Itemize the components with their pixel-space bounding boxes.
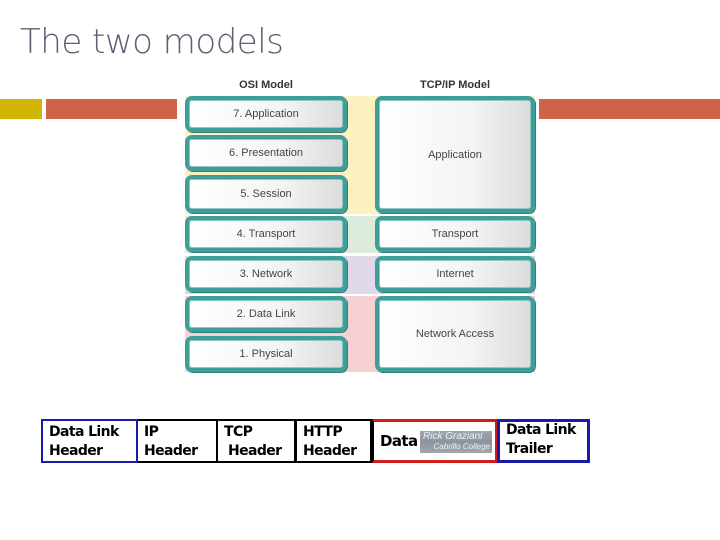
osi-layer-network: 3. Network (185, 256, 347, 292)
accent-bar-orange-left (46, 99, 177, 119)
osi-model-heading: OSI Model (239, 79, 293, 91)
frame-field-data-link-trailer: Data Link Trailer (497, 419, 590, 463)
field-label: TCP (224, 424, 253, 440)
field-label: Header (49, 443, 103, 459)
osi-layer-presentation: 6. Presentation (185, 135, 347, 171)
tcpip-layer-internet: Internet (375, 256, 535, 292)
accent-bar-yellow (0, 99, 42, 119)
osi-layer-application: 7. Application (185, 96, 347, 132)
tcpip-model-heading: TCP/IP Model (419, 79, 491, 91)
osi-layer-session: 5. Session (185, 175, 347, 213)
osi-layer-data-link: 2. Data Link (185, 296, 347, 332)
frame-field-tcp-header: TCP Header (216, 419, 296, 463)
watermark-author: Rick Graziani (423, 431, 483, 442)
osi-layer-physical: 1. Physical (185, 336, 347, 372)
author-watermark: Rick Graziani Cabrillo College (420, 431, 492, 453)
osi-layer-transport: 4. Transport (185, 216, 347, 252)
field-label: Header (228, 443, 282, 459)
frame-field-ip-header: IP Header (138, 419, 218, 463)
field-label: IP Header (144, 424, 198, 459)
frame-field-data-link-header: Data Link Header (41, 419, 138, 463)
watermark-college: Cabrillo College (433, 442, 490, 451)
field-label: Data Link (49, 424, 119, 440)
field-label: Header (303, 443, 357, 459)
field-label: Data Link (506, 422, 576, 438)
accent-bar-orange-right (539, 99, 720, 119)
tcpip-layer-application: Application (375, 96, 535, 213)
field-label: HTTP (303, 424, 343, 440)
field-label: Trailer (506, 441, 553, 457)
slide-title: The two models (20, 22, 284, 62)
tcpip-layer-network-access: Network Access (375, 296, 535, 372)
field-label: Data (380, 431, 418, 450)
tcpip-layer-transport: Transport (375, 216, 535, 252)
frame-field-http-header: HTTP Header (294, 419, 372, 463)
